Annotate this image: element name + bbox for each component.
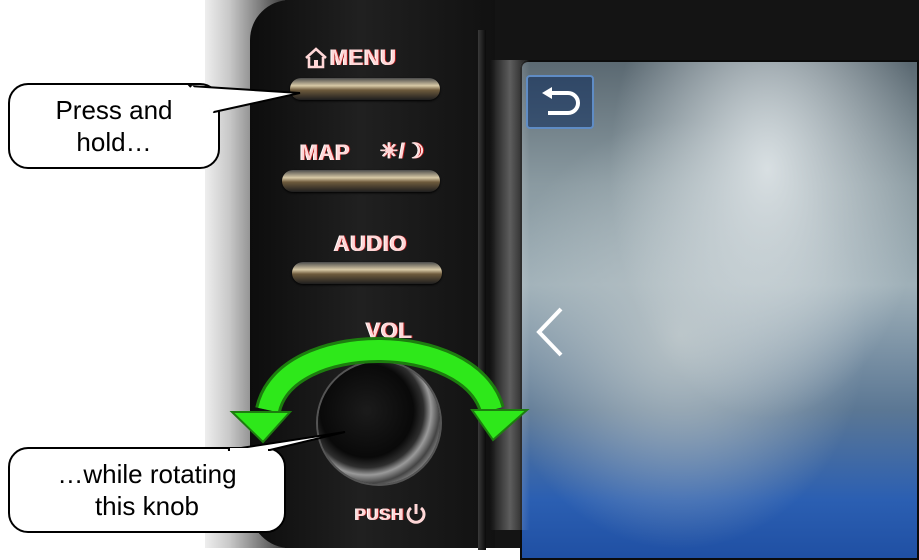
power-icon (405, 502, 427, 526)
volume-knob[interactable] (318, 362, 440, 484)
menu-button[interactable] (290, 78, 440, 100)
vol-label: VOL (366, 318, 413, 343)
rotate-line-2: this knob (94, 491, 200, 521)
map-label: MAP (300, 140, 351, 165)
audio-button[interactable] (292, 262, 442, 284)
panel-edge (478, 30, 486, 550)
day-night-label: ☀/☽ (380, 140, 425, 163)
touch-screen[interactable] (520, 60, 919, 560)
rotate-knob-callout: …while rotating this knob (8, 447, 286, 533)
press-hold-line-2: hold… (76, 127, 152, 157)
press-hold-callout: Press and hold… (8, 83, 220, 169)
menu-label: MENU (330, 45, 397, 70)
screen-glare (490, 60, 530, 530)
menu-home-icon (304, 47, 328, 69)
chevron-left-icon[interactable] (533, 305, 567, 359)
back-arrow-icon (542, 87, 580, 115)
press-hold-line-1: Press and (55, 95, 173, 125)
back-button[interactable] (526, 75, 594, 129)
audio-label: AUDIO (334, 231, 408, 256)
rotate-line-1: …while rotating (57, 459, 237, 489)
map-button[interactable] (282, 170, 440, 192)
push-label: PUSH (355, 505, 405, 524)
